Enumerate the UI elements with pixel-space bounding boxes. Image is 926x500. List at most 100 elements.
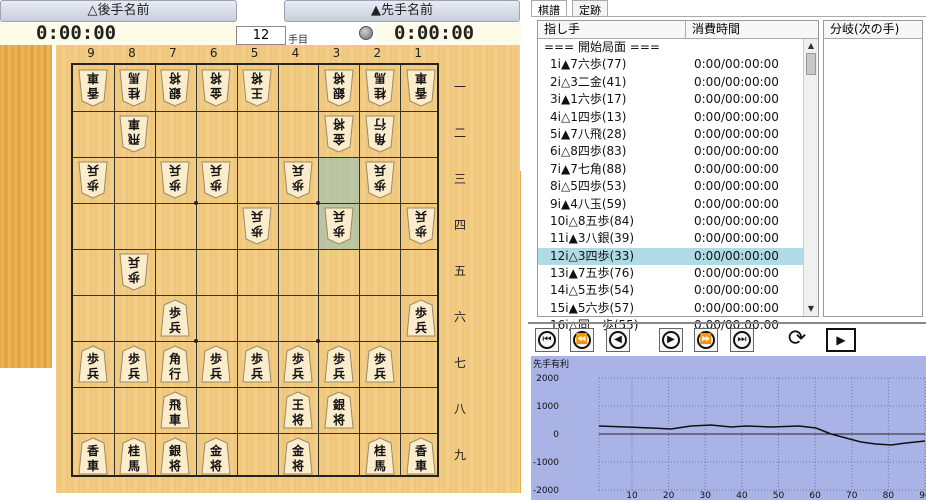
evaluation-graph[interactable]: 先手有利 2000 1000 0 -1000 -2000 10 20 30 40 50 60 70 80… bbox=[531, 356, 926, 500]
move-time: 0:00/00:00:00 bbox=[694, 179, 779, 194]
branch-header: 分岐(次の手) bbox=[824, 21, 922, 39]
gote-piece[interactable]: 歩兵 bbox=[283, 161, 313, 199]
gote-piece[interactable]: 銀将 bbox=[324, 69, 354, 107]
gote-piece[interactable]: 桂馬 bbox=[365, 69, 395, 107]
sente-piece[interactable]: 飛車 bbox=[160, 391, 190, 429]
sente-piece[interactable]: 王将 bbox=[283, 391, 313, 429]
gote-piece[interactable]: 歩兵 bbox=[78, 161, 108, 199]
list-item[interactable]: 10i△8五歩(84) 0:00/00:00:00 bbox=[538, 213, 818, 230]
back-ten-button[interactable]: ⏪ bbox=[570, 328, 594, 352]
first-move-button[interactable]: ⏮ bbox=[535, 328, 559, 352]
gote-piece[interactable]: 歩兵 bbox=[160, 161, 190, 199]
gote-piece[interactable]: 歩兵 bbox=[324, 207, 354, 245]
move-list[interactable]: 指し手 消費時間 === 開始局面 === 1i▲7六歩(77) 0:00/00:… bbox=[537, 20, 819, 332]
sente-piece[interactable]: 歩兵 bbox=[406, 299, 436, 337]
piece-label-top: 歩 bbox=[210, 178, 222, 193]
forward-ten-button[interactable]: ⏩ bbox=[694, 328, 718, 352]
gote-piece[interactable]: 歩兵 bbox=[242, 207, 272, 245]
scroll-up-icon[interactable]: ▲ bbox=[804, 39, 818, 53]
grid-line bbox=[277, 65, 279, 475]
sente-piece[interactable]: 歩兵 bbox=[242, 345, 272, 383]
list-item[interactable]: 14i△5五歩(54) 0:00/00:00:00 bbox=[538, 282, 818, 299]
sente-piece[interactable]: 銀将 bbox=[324, 391, 354, 429]
gote-piece[interactable]: 銀将 bbox=[160, 69, 190, 107]
forward-one-button[interactable]: ▶ bbox=[659, 328, 683, 352]
sente-piece[interactable]: 金将 bbox=[201, 437, 231, 475]
piece-label-bottom: 車 bbox=[415, 458, 427, 473]
last-move-button[interactable]: ⏭ bbox=[730, 328, 754, 352]
sente-piece[interactable]: 角行 bbox=[160, 345, 190, 383]
list-item[interactable]: 12i△3四歩(33) 0:00/00:00:00 bbox=[538, 247, 818, 266]
piece-label-top: 桂 bbox=[128, 86, 141, 101]
branch-panel[interactable]: 分岐(次の手) bbox=[823, 20, 923, 317]
piece-label-top: 歩 bbox=[210, 351, 222, 366]
list-item[interactable]: 9i▲4八玉(59) 0:00/00:00:00 bbox=[538, 196, 818, 213]
list-item[interactable]: 4i△1四歩(13) 0:00/00:00:00 bbox=[538, 109, 818, 126]
list-item[interactable]: 7i▲7七角(88) 0:00/00:00:00 bbox=[538, 161, 818, 178]
gote-piece[interactable]: 金将 bbox=[201, 69, 231, 107]
gote-piece[interactable]: 金将 bbox=[324, 115, 354, 153]
col-time-header[interactable]: 消費時間 bbox=[686, 21, 740, 38]
gote-piece[interactable]: 歩兵 bbox=[201, 161, 231, 199]
rank-label: 三 bbox=[453, 172, 466, 186]
sente-piece[interactable]: 歩兵 bbox=[365, 345, 395, 383]
sente-piece[interactable]: 香車 bbox=[78, 437, 108, 475]
list-item[interactable]: 13i▲7五歩(76) 0:00/00:00:00 bbox=[538, 265, 818, 282]
sente-piece[interactable]: 歩兵 bbox=[283, 345, 313, 383]
back-one-button[interactable]: ◀ bbox=[606, 328, 630, 352]
list-item[interactable]: 3i▲1六歩(17) 0:00/00:00:00 bbox=[538, 91, 818, 108]
move-number-field[interactable]: 12 bbox=[236, 26, 286, 45]
piece-label-top: 角 bbox=[169, 351, 181, 366]
gote-piece[interactable]: 王将 bbox=[242, 69, 272, 107]
grid-line bbox=[318, 65, 320, 475]
tab-kifu[interactable]: 棋譜 bbox=[531, 0, 567, 17]
col-move-header[interactable]: 指し手 bbox=[538, 21, 686, 38]
play-button[interactable]: ▶ bbox=[826, 328, 856, 352]
play-icon: ▶ bbox=[826, 328, 856, 352]
sente-piece[interactable]: 歩兵 bbox=[78, 345, 108, 383]
piece-label-bottom: 将 bbox=[210, 71, 222, 86]
x-tick-label: 10 bbox=[626, 491, 638, 500]
grid-line bbox=[73, 341, 437, 342]
sente-piece[interactable]: 金将 bbox=[283, 437, 313, 475]
gote-piece[interactable]: 歩兵 bbox=[406, 207, 436, 245]
piece-label-bottom: 兵 bbox=[251, 209, 263, 224]
gote-piece[interactable]: 角行 bbox=[365, 115, 395, 153]
sente-piece[interactable]: 歩兵 bbox=[160, 299, 190, 337]
sente-piece[interactable]: 香車 bbox=[406, 437, 436, 475]
list-item[interactable]: 11i▲3八銀(39) 0:00/00:00:00 bbox=[538, 230, 818, 247]
gote-piece-stand[interactable] bbox=[0, 45, 52, 368]
gote-piece[interactable]: 歩兵 bbox=[365, 161, 395, 199]
scroll-down-icon[interactable]: ▼ bbox=[804, 302, 818, 316]
scroll-thumb[interactable] bbox=[806, 53, 816, 75]
sente-piece[interactable]: 歩兵 bbox=[324, 345, 354, 383]
grid-line bbox=[73, 157, 437, 158]
list-item[interactable]: 6i△8四歩(83) 0:00/00:00:00 bbox=[538, 143, 818, 160]
move-time: 0:00/00:00:00 bbox=[694, 57, 779, 72]
sente-piece[interactable]: 桂馬 bbox=[365, 437, 395, 475]
flip-board-button[interactable]: ⟳ bbox=[782, 328, 812, 352]
gote-piece[interactable]: 飛車 bbox=[119, 115, 149, 153]
list-item[interactable]: 1i▲7六歩(77) 0:00/00:00:00 bbox=[538, 56, 818, 73]
gote-piece[interactable]: 桂馬 bbox=[119, 69, 149, 107]
panel-divider bbox=[528, 322, 926, 324]
x-tick-label: 90 bbox=[919, 491, 926, 500]
list-item-start[interactable]: === 開始局面 === bbox=[538, 39, 818, 56]
gote-piece[interactable]: 歩兵 bbox=[119, 253, 149, 291]
turn-indicator-icon bbox=[359, 26, 373, 40]
sente-piece[interactable]: 歩兵 bbox=[119, 345, 149, 383]
piece-label-bottom: 兵 bbox=[292, 366, 304, 381]
move-list-scrollbar[interactable]: ▲ ▼ bbox=[803, 39, 818, 316]
tab-joseki[interactable]: 定跡 bbox=[572, 0, 608, 17]
piece-label-bottom: 行 bbox=[374, 117, 387, 132]
sente-piece[interactable]: 桂馬 bbox=[119, 437, 149, 475]
list-item[interactable]: 5i▲7八飛(28) 0:00/00:00:00 bbox=[538, 126, 818, 143]
list-item[interactable]: 2i△3二金(41) 0:00/00:00:00 bbox=[538, 74, 818, 91]
gote-piece[interactable]: 香車 bbox=[406, 69, 436, 107]
sente-piece[interactable]: 銀将 bbox=[160, 437, 190, 475]
sente-piece[interactable]: 歩兵 bbox=[201, 345, 231, 383]
gote-piece[interactable]: 香車 bbox=[78, 69, 108, 107]
piece-label-top: 歩 bbox=[169, 178, 181, 193]
list-item[interactable]: 15i▲5六歩(57) 0:00/00:00:00 bbox=[538, 300, 818, 317]
list-item[interactable]: 8i△5四歩(53) 0:00/00:00:00 bbox=[538, 178, 818, 195]
